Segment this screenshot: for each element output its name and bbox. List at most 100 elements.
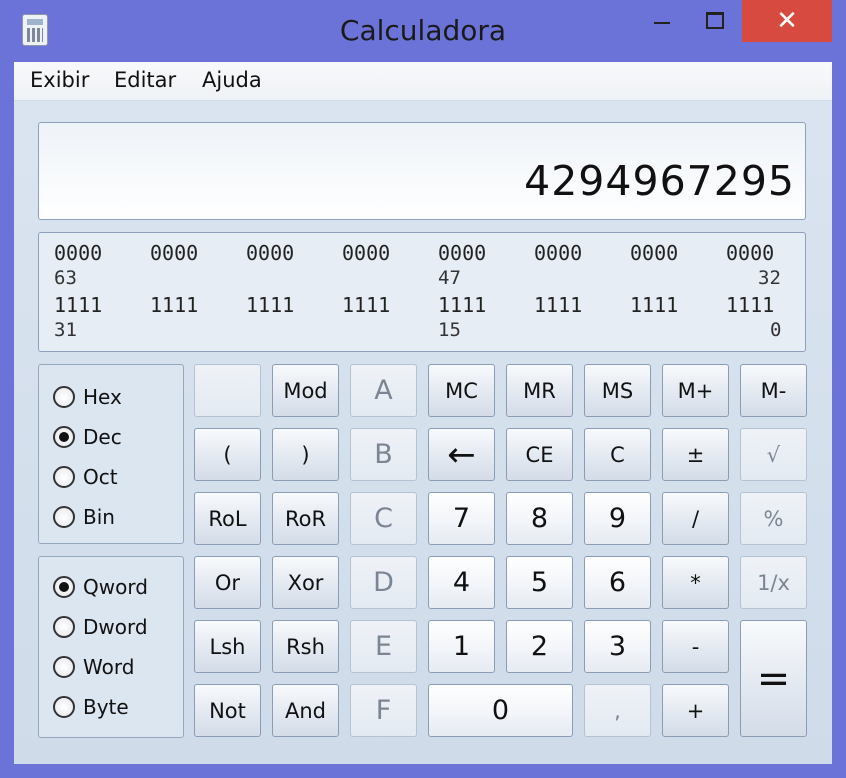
radio-button[interactable] [53, 466, 75, 488]
radio-label: Dec [83, 425, 122, 449]
radio-button[interactable] [53, 426, 75, 448]
key-divide[interactable]: / [662, 492, 729, 545]
radio-label: Word [83, 655, 135, 679]
key-percent[interactable]: % [740, 492, 807, 545]
radio-dec[interactable]: Dec [53, 421, 122, 453]
key-open-paren[interactable]: ( [194, 428, 261, 481]
radio-button[interactable] [53, 576, 75, 598]
result-display: 4294967295 [38, 122, 806, 220]
radio-button[interactable] [53, 506, 75, 528]
minimize-button[interactable] [648, 0, 678, 42]
key-c[interactable]: C [584, 428, 651, 481]
bit-nibble[interactable]: 1111 [438, 293, 486, 317]
key-reciprocal[interactable]: 1/x [740, 556, 807, 609]
key-not[interactable]: Not [194, 684, 261, 737]
radio-button[interactable] [53, 616, 75, 638]
key-mod[interactable]: Mod [272, 364, 339, 417]
key-mc[interactable]: MC [428, 364, 495, 417]
bit-nibble[interactable]: 1111 [150, 293, 198, 317]
menu-bar: Exibir Editar Ajuda [14, 62, 832, 101]
radio-bin[interactable]: Bin [53, 501, 115, 533]
key-sqrt[interactable]: √ [740, 428, 807, 481]
bit-nibble[interactable]: 1111 [342, 293, 390, 317]
blank-key [194, 364, 261, 417]
bit-index: 32 [758, 267, 781, 289]
bit-nibble[interactable]: 0000 [342, 241, 390, 265]
key-m-minus[interactable]: M- [740, 364, 807, 417]
key-d[interactable]: D [350, 556, 417, 609]
bit-nibble[interactable]: 0000 [534, 241, 582, 265]
key-and[interactable]: And [272, 684, 339, 737]
key-subtract[interactable]: - [662, 620, 729, 673]
bit-nibble[interactable]: 0000 [54, 241, 102, 265]
key-6[interactable]: 6 [584, 556, 651, 609]
key-ce[interactable]: CE [506, 428, 573, 481]
close-button[interactable]: ✕ [742, 0, 832, 42]
key-4[interactable]: 4 [428, 556, 495, 609]
radio-label: Byte [83, 695, 129, 719]
key-0[interactable]: 0 [428, 684, 573, 737]
radio-hex[interactable]: Hex [53, 381, 122, 413]
key-mr[interactable]: MR [506, 364, 573, 417]
key-xor[interactable]: Xor [272, 556, 339, 609]
key-3[interactable]: 3 [584, 620, 651, 673]
key-m-plus[interactable]: M+ [662, 364, 729, 417]
radio-button[interactable] [53, 696, 75, 718]
calculator-body: Exibir Editar Ajuda 4294967295 0000 0000… [14, 62, 832, 764]
radio-dword[interactable]: Dword [53, 611, 148, 643]
key-add[interactable]: + [662, 684, 729, 737]
bit-nibble[interactable]: 0000 [150, 241, 198, 265]
radio-button[interactable] [53, 386, 75, 408]
bit-nibble[interactable]: 0000 [726, 241, 774, 265]
radio-button[interactable] [53, 656, 75, 678]
bit-display: 0000 0000 0000 0000 0000 0000 0000 0000 … [38, 232, 806, 352]
key-ror[interactable]: RoR [272, 492, 339, 545]
bit-nibble[interactable]: 1111 [534, 293, 582, 317]
key-equals[interactable]: = [740, 620, 807, 737]
key-lsh[interactable]: Lsh [194, 620, 261, 673]
bit-nibble[interactable]: 1111 [54, 293, 102, 317]
key-1[interactable]: 1 [428, 620, 495, 673]
title-bar: Calculadora ✕ [0, 0, 846, 62]
key-2[interactable]: 2 [506, 620, 573, 673]
radio-word[interactable]: Word [53, 651, 134, 683]
key-multiply[interactable]: * [662, 556, 729, 609]
bit-index: 31 [54, 319, 77, 341]
key-rsh[interactable]: Rsh [272, 620, 339, 673]
key-e[interactable]: E [350, 620, 417, 673]
radio-qword[interactable]: Qword [53, 571, 148, 603]
key-ms[interactable]: MS [584, 364, 651, 417]
bit-nibble[interactable]: 0000 [246, 241, 294, 265]
word-size-group: Qword Dword Word Byte [38, 556, 184, 738]
bit-nibble[interactable]: 0000 [630, 241, 678, 265]
key-9[interactable]: 9 [584, 492, 651, 545]
maximize-button[interactable] [700, 0, 730, 42]
radio-label: Bin [83, 505, 115, 529]
radio-label: Oct [83, 465, 118, 489]
bit-nibble[interactable]: 1111 [630, 293, 678, 317]
base-group: Hex Dec Oct Bin [38, 364, 184, 544]
bit-nibble[interactable]: 0000 [438, 241, 486, 265]
key-decimal[interactable]: , [584, 684, 651, 737]
key-or[interactable]: Or [194, 556, 261, 609]
backspace-icon[interactable]: ← [428, 428, 495, 481]
radio-oct[interactable]: Oct [53, 461, 118, 493]
menu-editar[interactable]: Editar [114, 68, 176, 92]
key-plus-minus[interactable]: ± [662, 428, 729, 481]
menu-ajuda[interactable]: Ajuda [202, 68, 262, 92]
radio-label: Hex [83, 385, 122, 409]
radio-label: Dword [83, 615, 148, 639]
key-5[interactable]: 5 [506, 556, 573, 609]
key-8[interactable]: 8 [506, 492, 573, 545]
bit-nibble[interactable]: 1111 [246, 293, 294, 317]
key-hex-c[interactable]: C [350, 492, 417, 545]
key-rol[interactable]: RoL [194, 492, 261, 545]
key-close-paren[interactable]: ) [272, 428, 339, 481]
key-b[interactable]: B [350, 428, 417, 481]
menu-exibir[interactable]: Exibir [30, 68, 89, 92]
key-a[interactable]: A [350, 364, 417, 417]
radio-byte[interactable]: Byte [53, 691, 129, 723]
key-7[interactable]: 7 [428, 492, 495, 545]
bit-nibble[interactable]: 1111 [726, 293, 774, 317]
key-f[interactable]: F [350, 684, 417, 737]
